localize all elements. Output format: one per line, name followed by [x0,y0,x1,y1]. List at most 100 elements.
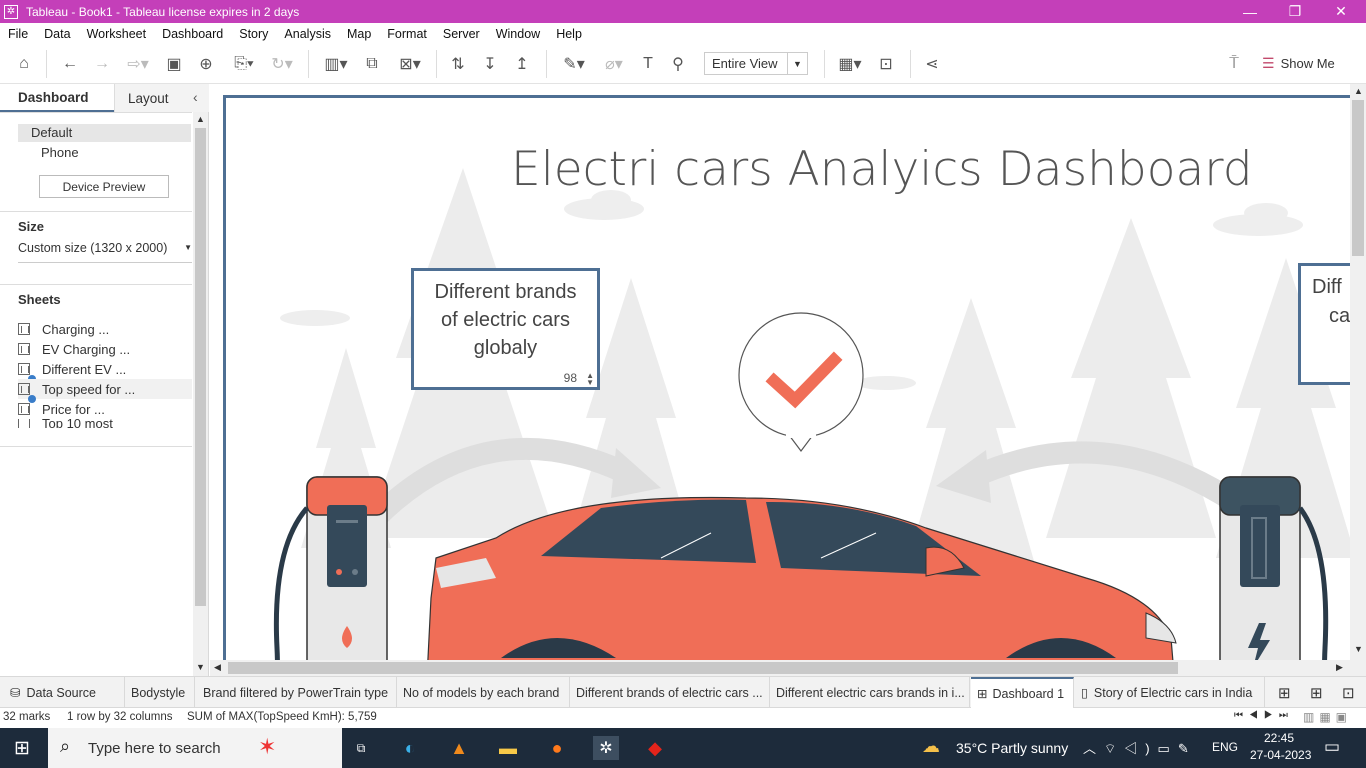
edge-icon[interactable]: ◐ [397,736,423,760]
save-icon[interactable]: ▣ [162,53,186,75]
scroll-thumb[interactable] [228,662,1178,674]
task-view-icon[interactable]: ⧉ [348,736,374,760]
size-dropdown[interactable]: Custom size (1320 x 2000) ▼ [18,241,192,263]
tab-different-brands[interactable]: Different brands of electric cars ... [570,677,770,708]
redo-icon[interactable]: → [90,53,114,75]
menu-file[interactable]: File [0,27,36,41]
new-story-icon[interactable]: ⊡ [1342,684,1355,702]
group-icon[interactable]: ⌀▾ [596,53,632,75]
pin-icon[interactable]: ⚲ [666,53,690,75]
scroll-down-icon[interactable]: ▼ [1354,644,1363,654]
menu-story[interactable]: Story [231,27,276,41]
menu-data[interactable]: Data [36,27,78,41]
tab-dashboard-1[interactable]: ⊞ Dashboard 1 [971,677,1074,708]
view-mode-icons[interactable]: ▥▦▣ [1303,710,1352,724]
windows-start-icon[interactable]: ⊞ [14,737,30,760]
tableau-taskbar-icon[interactable]: ✲ [593,736,619,760]
device-default[interactable]: Default [18,124,191,142]
tab-brands-in-india[interactable]: Different electric cars brands in i... [770,677,970,708]
label-icon[interactable]: T [636,53,660,75]
worksheet-icon [18,419,30,428]
show-cards-icon[interactable]: ▦▾ [832,53,868,75]
sheet-item[interactable]: Charging ... [18,319,192,339]
scroll-up-icon[interactable]: ▲ [196,114,205,124]
menu-map[interactable]: Map [339,27,379,41]
duplicate-icon[interactable]: ⧉ [360,53,384,75]
new-datasource-icon[interactable]: ⊕ [194,53,218,75]
size-header: Size [18,219,45,234]
language-indicator[interactable]: ENG [1212,740,1238,754]
weather-text[interactable]: 35°C Partly sunny [956,740,1068,756]
weather-icon[interactable]: ☁ [922,736,940,757]
notification-icon[interactable]: ▭ [1324,737,1340,757]
presentation-icon[interactable]: ⊡ [874,53,898,75]
kpi-card-right[interactable]: Diff ca [1298,263,1350,385]
sheet-item[interactable]: EV Charging ... [18,339,192,359]
new-worksheet-icon[interactable]: ▥▾ [318,53,354,75]
replay-icon[interactable]: ⇨▾ [120,53,156,75]
scroll-down-icon[interactable]: ▼ [196,662,205,672]
close-icon[interactable]: ✕ [1318,0,1364,23]
refresh-icon[interactable]: ↻▾ [264,53,300,75]
fit-dropdown[interactable]: Entire View ▼ [704,52,808,75]
restore-icon[interactable]: ❐ [1272,0,1318,23]
new-worksheet-icon[interactable]: ⊞ [1278,684,1291,702]
clock-date[interactable]: 27-04-2023 [1250,748,1311,762]
pane-scrollbar[interactable]: ▲ ▼ [193,112,208,676]
tab-story[interactable]: ▯ Story of Electric cars in India [1075,677,1265,708]
minimize-icon[interactable]: — [1227,0,1273,23]
device-preview-button[interactable]: Device Preview [39,175,169,198]
menu-dashboard[interactable]: Dashboard [154,27,231,41]
taskbar-search[interactable]: ⌕ Type here to search ✶ [48,728,342,768]
sheet-item[interactable]: Price for ... [18,399,192,419]
menu-window[interactable]: Window [488,27,548,41]
sort-ascending-icon[interactable]: ↧ [478,53,502,75]
highlight-icon[interactable]: ✎▾ [556,53,592,75]
menu-worksheet[interactable]: Worksheet [79,27,155,41]
search-highlight-icon: ✶ [258,734,277,759]
menu-format[interactable]: Format [379,27,435,41]
firefox-icon[interactable]: ● [544,736,570,760]
chevron-down-icon[interactable]: ▼ [787,53,807,74]
canvas-vertical-scrollbar[interactable]: ▲ ▼ [1350,84,1366,660]
tab-brand-filtered[interactable]: Brand filtered by PowerTrain type [197,677,397,708]
scroll-left-icon[interactable]: ◀ [214,662,221,673]
swap-icon[interactable]: ⇅ [446,53,470,75]
tab-dashboard[interactable]: Dashboard [0,84,114,112]
undo-icon[interactable]: ← [58,53,82,75]
tab-bodystyle[interactable]: Bodystyle [125,677,195,708]
spinner-icon[interactable]: ▲ ▼ [586,372,594,387]
clear-sheet-icon[interactable]: ⊠▾ [392,53,428,75]
scroll-up-icon[interactable]: ▲ [1354,86,1363,96]
clock-time[interactable]: 22:45 [1264,731,1294,745]
acrobat-icon[interactable]: ◆ [642,736,668,760]
pause-updates-icon[interactable]: ⎘▾ [226,53,262,75]
toolbar: ⌂ ← → ⇨▾ ▣ ⊕ ⎘▾ ↻▾ ▥▾ ⧉ ⊠▾ ⇅ ↧ ↥ ✎▾ ⌀▾ T… [0,44,1366,84]
format-painter-icon[interactable]: ⍑ [1222,53,1246,75]
canvas-horizontal-scrollbar[interactable]: ◀ ▶ [210,660,1366,676]
sheet-item[interactable]: Different EV ... [18,359,192,383]
scroll-right-icon[interactable]: ▶ [1336,662,1343,673]
collapse-pane-icon[interactable]: ‹ [193,89,198,105]
sheet-item[interactable]: Top speed for ... [18,379,192,403]
tray-icons[interactable]: ︿⌔◁)▭✎ [1083,738,1197,757]
home-icon[interactable]: ⌂ [12,53,36,75]
tab-models-by-brand[interactable]: No of models by each brand [397,677,570,708]
menu-analysis[interactable]: Analysis [276,27,339,41]
file-explorer-icon[interactable]: ▬ [495,736,521,760]
sheet-item[interactable]: Top 10 most [18,419,192,428]
scroll-thumb[interactable] [195,128,206,606]
device-phone[interactable]: Phone [41,145,79,160]
new-dashboard-icon[interactable]: ⊞ [1310,684,1323,702]
sort-descending-icon[interactable]: ↥ [510,53,534,75]
menu-server[interactable]: Server [435,27,488,41]
windows-taskbar: ⊞ ⌕ Type here to search ✶ ⧉ ◐ ▲ ▬ ● ✲ ◆ … [0,728,1366,768]
menu-help[interactable]: Help [548,27,590,41]
vlc-icon[interactable]: ▲ [446,736,472,760]
show-me-button[interactable]: ☰ Show Me [1262,55,1335,72]
share-icon[interactable]: ⋖ [920,53,944,75]
kpi-card-brands[interactable]: Different brands of electric cars global… [411,268,600,390]
scroll-thumb[interactable] [1352,100,1364,256]
sheet-nav-icons[interactable]: ⏮◀▶⏭ [1234,710,1294,721]
tab-data-source[interactable]: ⛁ Data Source [0,677,125,708]
